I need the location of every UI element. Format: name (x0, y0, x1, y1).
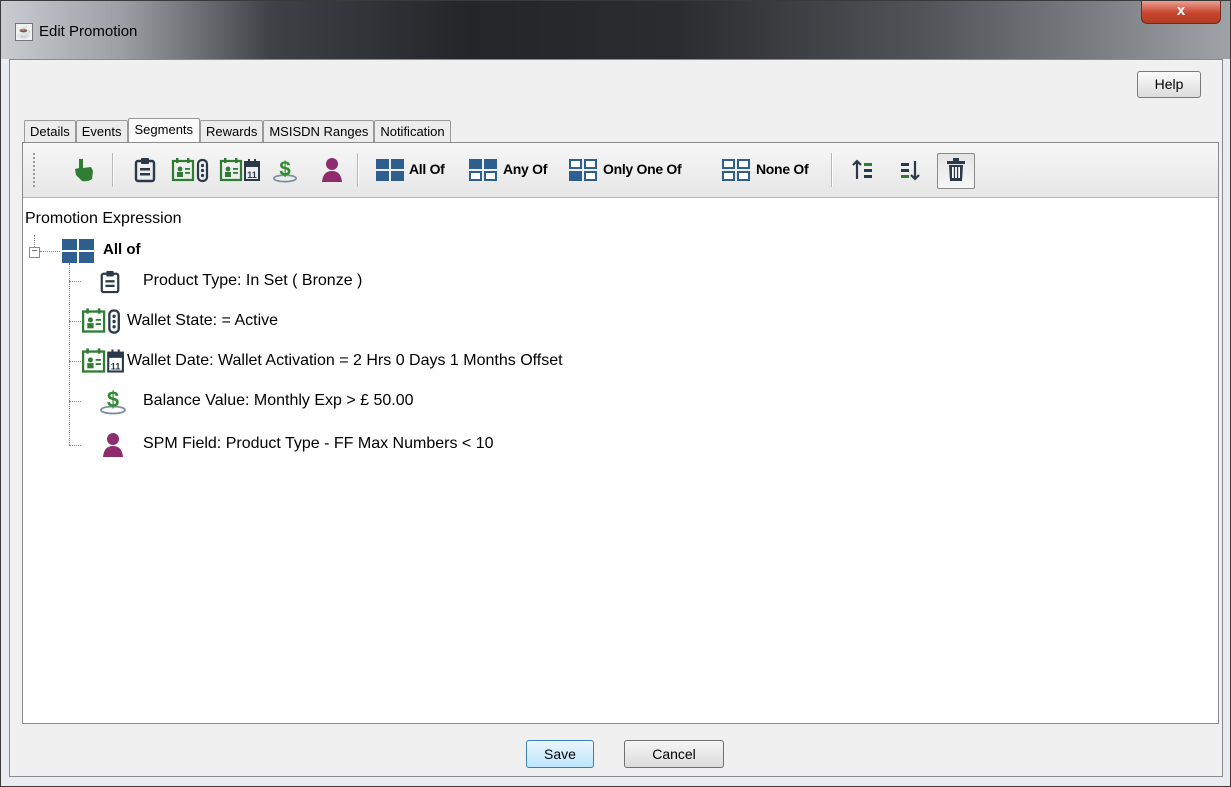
tree-connector (69, 263, 70, 445)
promotion-expression-title: Promotion Expression (25, 210, 182, 227)
help-button[interactable]: Help (1137, 71, 1201, 98)
tab-segments[interactable]: Segments (127, 118, 201, 144)
any-of-icon[interactable] (468, 157, 498, 183)
tree-item-balance-value[interactable]: Balance Value: Monthly Exp > £ 50.00 (143, 392, 414, 410)
move-up-icon[interactable] (851, 157, 875, 183)
tab-events[interactable]: Events (75, 120, 128, 143)
pointer-hand-icon[interactable] (71, 157, 97, 183)
close-button[interactable]: x (1141, 1, 1221, 24)
tab-msisdn-ranges[interactable]: MSISDN Ranges (263, 120, 375, 143)
wallet-date-icon: 11 (81, 348, 124, 373)
tab-notification[interactable]: Notification (374, 120, 451, 143)
wallet-state-icon (81, 308, 120, 334)
tree-item-wallet-state[interactable]: Wallet State: = Active (127, 312, 278, 330)
svg-text:11: 11 (111, 360, 121, 371)
segments-panel: 11 $ All Of Any Of Only One Of None Of P… (22, 142, 1219, 724)
product-type-icon[interactable] (133, 157, 157, 183)
tree-connector (69, 401, 81, 402)
svg-text:11: 11 (247, 170, 257, 180)
delete-button[interactable] (937, 153, 975, 189)
tree-connector (69, 321, 81, 322)
wallet-state-icon[interactable] (171, 157, 211, 183)
all-of-icon (62, 239, 94, 263)
tree-item-wallet-date[interactable]: Wallet Date: Wallet Activation = 2 Hrs 0… (127, 352, 563, 370)
spm-field-icon[interactable] (320, 157, 344, 183)
tree-connector (69, 361, 81, 362)
java-app-icon: ☕ (15, 23, 33, 41)
tree-connector (69, 445, 81, 446)
dialog-content: Help Details Events Segments Rewards MSI… (9, 59, 1223, 777)
tree-connector (40, 251, 60, 252)
tab-bar: Details Events Segments Rewards MSISDN R… (24, 118, 451, 144)
toolbar-separator (831, 153, 833, 187)
tree-item-product-type[interactable]: Product Type: In Set ( Bronze ) (143, 272, 362, 290)
svg-text:$: $ (107, 387, 119, 412)
tree-connector (69, 281, 81, 282)
spm-field-icon (103, 433, 123, 457)
wallet-date-icon[interactable]: 11 (219, 157, 261, 183)
product-type-icon (100, 271, 120, 294)
tab-rewards[interactable]: Rewards (200, 120, 264, 143)
all-of-label[interactable]: All Of (409, 161, 445, 177)
delete-icon (947, 158, 965, 181)
balance-value-icon[interactable]: $ (269, 157, 301, 183)
window-title: Edit Promotion (39, 23, 138, 40)
toolbar-separator (357, 153, 359, 187)
title-bar[interactable]: ☕ Edit Promotion (1, 1, 1230, 59)
any-of-label[interactable]: Any Of (503, 161, 547, 177)
tree-item-spm-field[interactable]: SPM Field: Product Type - FF Max Numbers… (143, 435, 494, 453)
toolbar-separator (112, 153, 114, 187)
tab-details[interactable]: Details (24, 120, 76, 143)
move-down-icon[interactable] (898, 157, 922, 183)
save-button[interactable]: Save (526, 740, 594, 768)
collapse-toggle[interactable]: − (29, 247, 40, 258)
segments-toolbar: 11 $ All Of Any Of Only One Of None Of (23, 143, 1218, 198)
only-one-of-label[interactable]: Only One Of (603, 161, 682, 177)
svg-text:$: $ (279, 159, 291, 181)
promotion-expression-tree: Promotion Expression − All of Product Ty… (23, 197, 1218, 723)
none-of-icon[interactable] (721, 157, 751, 183)
none-of-label[interactable]: None Of (756, 161, 809, 177)
edit-promotion-window: ☕ Edit Promotion x Help Details Events S… (0, 0, 1231, 787)
balance-value-icon: $ (100, 387, 126, 415)
all-of-icon[interactable] (375, 157, 405, 183)
only-one-of-icon[interactable] (568, 157, 598, 183)
cancel-button[interactable]: Cancel (624, 740, 724, 768)
tree-root-label[interactable]: All of (103, 241, 141, 258)
toolbar-grip[interactable] (33, 153, 37, 187)
